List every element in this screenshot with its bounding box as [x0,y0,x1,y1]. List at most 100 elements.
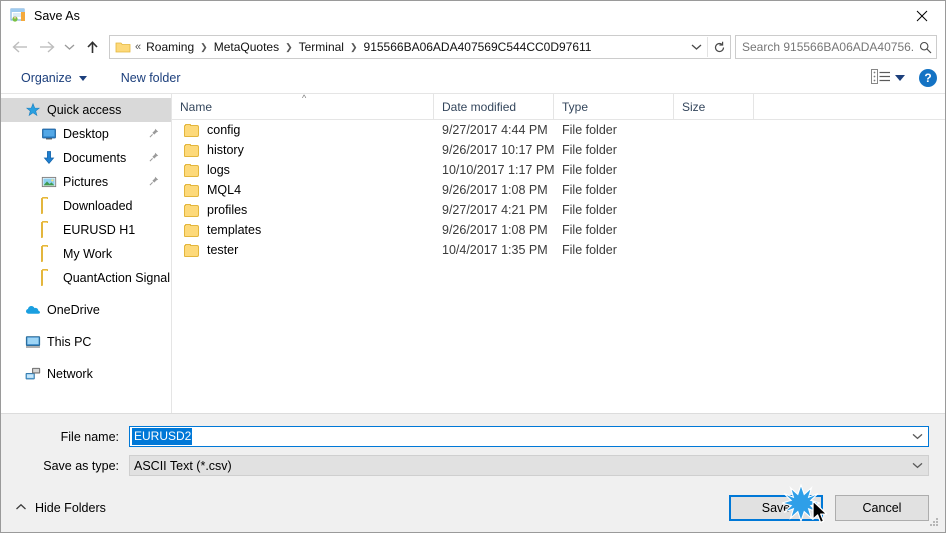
save-form: File name: EURUSD2 Save as type: ASCII T… [1,413,945,484]
file-date-cell: 10/4/2017 1:35 PM [442,243,548,257]
folder-icon [184,204,199,217]
sidebar-item-my-work[interactable]: My Work [1,242,171,266]
sidebar-item-documents[interactable]: Documents [1,146,171,170]
command-bar-right: ? [871,63,937,93]
file-name-label: File name: [60,429,119,444]
cancel-button[interactable]: Cancel [835,495,929,521]
table-row[interactable]: templates 9/26/2017 1:08 PM File folder [172,220,945,240]
recent-locations-chevron-down-icon[interactable] [59,34,79,60]
table-row[interactable]: tester 10/4/2017 1:35 PM File folder [172,240,945,260]
help-button[interactable]: ? [919,69,937,87]
star-icon [25,102,41,118]
file-type-cell: File folder [562,163,617,177]
table-row[interactable]: history 9/26/2017 10:17 PM File folder [172,140,945,160]
folder-icon [184,244,199,257]
file-name-label: config [207,123,241,137]
sidebar-item-quick-access[interactable]: Quick access [1,98,171,122]
save-as-dialog: Save As « Roaming ❯ MetaQuotes ❯ Termina… [0,0,946,533]
file-name-label: templates [207,223,262,237]
file-name-label: tester [207,243,239,257]
table-row[interactable]: MQL4 9/26/2017 1:08 PM File folder [172,180,945,200]
back-arrow-icon[interactable] [7,34,33,60]
column-header-date-modified[interactable]: Date modified [434,94,554,119]
sidebar-item-label: Network [47,367,93,381]
chevron-right-icon: ❯ [285,41,293,52]
file-name-label: logs [207,163,230,177]
table-row[interactable]: logs 10/10/2017 1:17 PM File folder [172,160,945,180]
folder-icon [115,40,131,54]
save-as-type-row: Save as type: ASCII Text (*.csv) [17,455,929,476]
hide-folders-label: Hide Folders [35,501,106,515]
column-header-label: Type [562,99,589,114]
column-header-label: Size [682,99,706,114]
sidebar-item-onedrive[interactable]: OneDrive [1,298,171,322]
sidebar-item-label: Downloaded [63,199,133,213]
save-as-app-icon [10,8,26,24]
file-name-chevron-down-icon[interactable] [906,433,928,440]
sidebar-item-label: EURUSD H1 [63,223,136,237]
breadcrumb-item-guid[interactable]: 915566BA06ADA407569C544CC0D97611 [362,39,594,55]
list-view-icon[interactable] [871,69,891,87]
save-button[interactable]: Save [729,495,823,521]
sidebar-item-eurusd-h1[interactable]: EURUSD H1 [1,218,171,242]
chevron-up-icon [15,503,27,514]
sidebar-item-network[interactable]: Network [1,362,171,386]
sidebar-item-this-pc[interactable]: This PC [1,330,171,354]
pin-icon[interactable] [149,127,159,141]
save-as-type-select[interactable]: ASCII Text (*.csv) [129,455,929,476]
file-list-pane: Name ^ Date modified Type Size config 9/… [172,93,945,413]
search-icon [914,41,936,54]
column-header-type[interactable]: Type [554,94,674,119]
navigation-pane: Quick access Desktop Documents Pictures … [1,94,172,413]
file-name-input[interactable]: EURUSD2 [129,426,929,447]
navigation-bar: « Roaming ❯ MetaQuotes ❯ Terminal ❯ 9155… [1,31,945,63]
save-as-type-chevron-down-icon[interactable] [906,462,928,469]
file-name-value[interactable]: EURUSD2 [132,428,193,445]
sidebar-item-desktop[interactable]: Desktop [1,122,171,146]
chevron-down-icon [78,75,87,81]
save-as-type-value: ASCII Text (*.csv) [134,458,232,473]
refresh-icon[interactable] [707,37,730,57]
file-type-cell: File folder [562,203,617,217]
sidebar-item-label: Desktop [63,127,109,141]
forward-arrow-icon[interactable] [33,34,59,60]
address-dropdown-chevron-down-icon[interactable] [685,37,707,57]
file-name-cell: logs [172,163,434,177]
sidebar-item-pictures[interactable]: Pictures [1,170,171,194]
column-header-name[interactable]: Name ^ [172,93,434,119]
resize-grip[interactable] [928,516,940,528]
file-name-cell: history [172,143,434,157]
breadcrumb-item-roaming[interactable]: Roaming [144,39,196,55]
file-type-cell: File folder [562,223,617,237]
new-folder-button[interactable]: New folder [115,66,187,90]
search-box[interactable]: Search 915566BA06ADA40756... [735,35,937,59]
file-date-cell: 9/26/2017 1:08 PM [442,183,548,197]
file-name-cell: tester [172,243,434,257]
breadcrumb-item-metaquotes[interactable]: MetaQuotes [212,39,281,55]
pin-icon[interactable] [149,175,159,189]
up-arrow-icon[interactable] [79,34,105,60]
view-options-chevron-down-icon[interactable] [895,75,905,81]
table-row[interactable]: profiles 9/27/2017 4:21 PM File folder [172,200,945,220]
table-row[interactable]: config 9/27/2017 4:44 PM File folder [172,120,945,140]
search-input[interactable]: Search 915566BA06ADA40756... [736,40,914,54]
folder-icon [184,124,199,137]
file-type-cell: File folder [562,183,617,197]
address-bar[interactable]: « Roaming ❯ MetaQuotes ❯ Terminal ❯ 9155… [109,35,731,59]
sidebar-item-downloaded[interactable]: Downloaded [1,194,171,218]
close-button[interactable] [899,1,945,30]
file-type-cell: File folder [562,123,617,137]
hide-folders-button[interactable]: Hide Folders [11,501,106,515]
folder-icon [184,164,199,177]
column-header-label: Name [180,99,213,114]
sidebar-item-quantaction-signal[interactable]: QuantAction Signal [1,266,171,290]
organize-button[interactable]: Organize [15,66,93,90]
column-header-size[interactable]: Size [674,94,754,119]
pin-icon[interactable] [149,151,159,165]
file-name-cell: templates [172,223,434,237]
documents-icon [41,150,57,166]
sidebar-item-label: OneDrive [47,303,100,317]
save-as-type-label: Save as type: [43,458,119,473]
breadcrumb-item-terminal[interactable]: Terminal [297,39,346,55]
